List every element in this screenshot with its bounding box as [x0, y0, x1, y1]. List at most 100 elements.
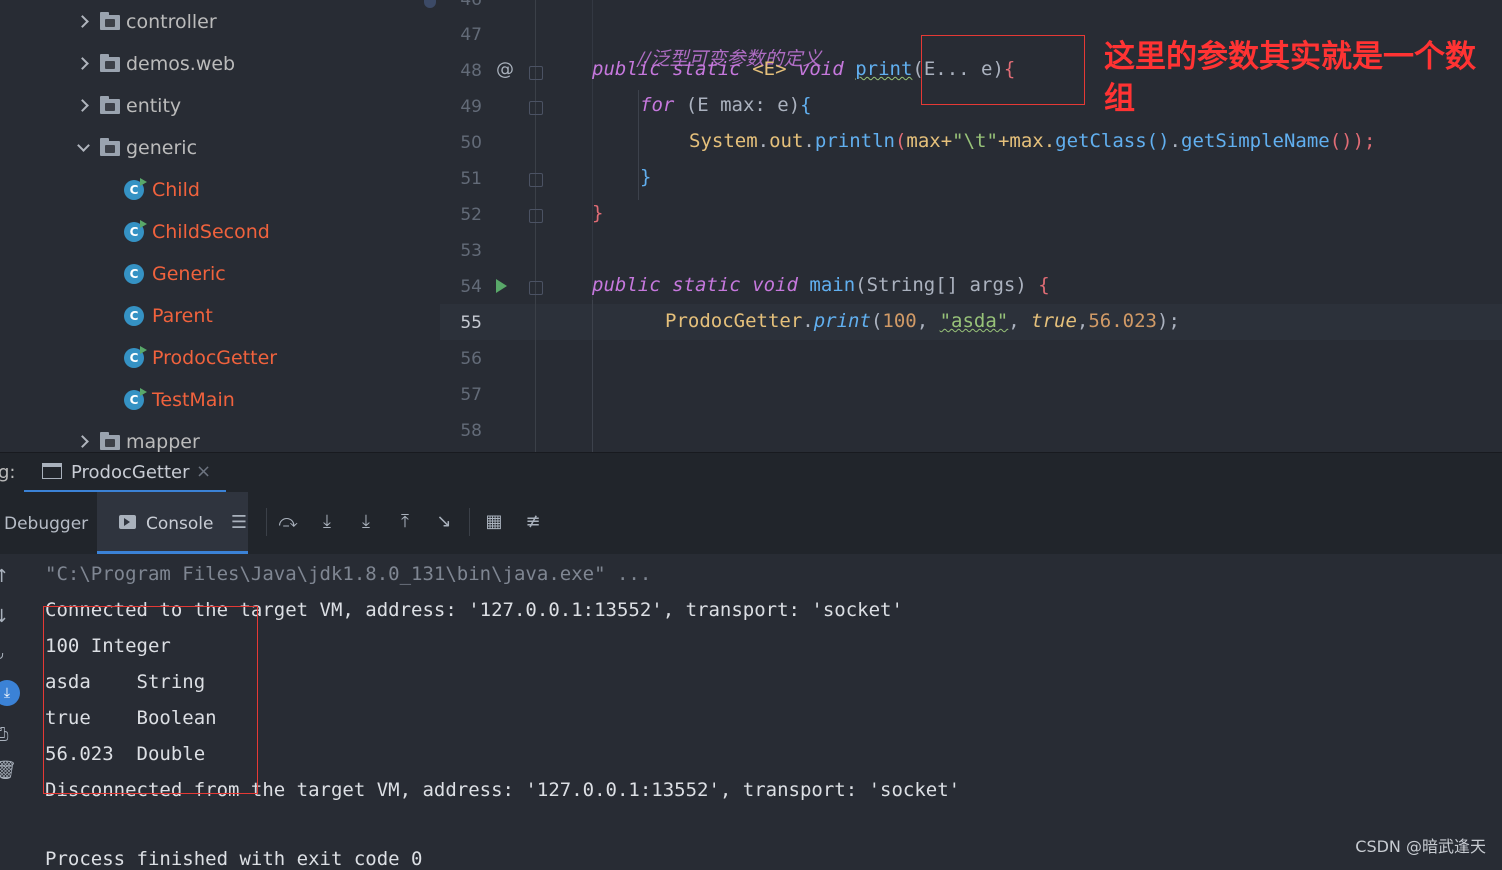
force-step-into-icon[interactable]: ⤓ [355, 511, 377, 533]
step-out-icon[interactable]: ⤒ [394, 511, 416, 533]
tree-folder-label: controller [126, 11, 217, 33]
annotation-line: 这里的参数其实就是一个数 [1104, 39, 1476, 75]
number-literal: 56.023 [1088, 310, 1157, 332]
watermark: CSDN @暗武逢天 [1355, 837, 1486, 856]
tree-class-label: TestMain [152, 389, 235, 411]
run-gutter-icon[interactable] [496, 279, 507, 293]
method-call: println [814, 130, 895, 152]
indent-guide [592, 300, 593, 452]
step-over-icon[interactable]: ⤼ [277, 511, 299, 533]
override-marker-icon[interactable]: @ [496, 59, 514, 80]
fold-icon[interactable] [529, 173, 543, 187]
line-number: 58 [460, 421, 482, 441]
console-line: Process finished with exit code 0 [45, 848, 423, 870]
toolbar-separator [469, 508, 470, 536]
method-name: print [855, 58, 913, 80]
tab-debugger-label: Debugger [4, 514, 89, 534]
tree-class-childsecond[interactable]: C ChildSecond [124, 211, 270, 253]
trace-current-stream-icon[interactable]: ≢ [522, 511, 544, 533]
tree-folder-entity[interactable]: entity [76, 85, 181, 127]
tree-class-label: ProdocGetter [152, 347, 278, 369]
annotation-text: 这里的参数其实就是一个数 组 [1104, 36, 1476, 120]
fold-icon[interactable] [529, 101, 543, 115]
debug-session-bar: g: ProdocGetter × [0, 452, 1502, 493]
line-number: 49 [460, 97, 482, 117]
line-number: 52 [460, 205, 482, 225]
method-call: print [813, 310, 871, 332]
line-number: 56 [460, 349, 482, 369]
class-run-icon: C [124, 220, 147, 242]
debug-session-tab[interactable]: ProdocGetter × [24, 453, 226, 493]
tree-class-testmain[interactable]: C TestMain [124, 379, 235, 421]
tab-console[interactable]: Console [97, 492, 248, 554]
method-name: main [809, 274, 856, 296]
run-to-cursor-icon[interactable]: ↘ [433, 511, 455, 533]
paren: ( [870, 310, 883, 332]
close-icon[interactable]: × [196, 461, 211, 482]
dot: . [757, 130, 770, 152]
code-line-49: for (E max: e){ [640, 94, 812, 116]
tab-console-label: Console [146, 514, 214, 534]
tree-folder-label: generic [126, 137, 198, 159]
keyword: for [640, 94, 675, 116]
fold-icon[interactable] [529, 281, 543, 295]
tree-folder-demos-web[interactable]: demos.web [76, 43, 235, 85]
keyword: static [672, 58, 741, 80]
folder-icon [100, 53, 120, 72]
line-number: 48 [460, 61, 482, 81]
chevron-down-icon[interactable] [76, 141, 90, 155]
scroll-to-end-icon[interactable]: ⤓ [0, 680, 20, 706]
code-line-54: public static void main(String[] args) { [592, 274, 1050, 296]
trash-icon[interactable]: 🗑 [0, 760, 17, 781]
fold-icon[interactable] [529, 66, 543, 80]
brace: { [800, 94, 812, 116]
class-run-icon: C [124, 388, 147, 410]
keyword: void [797, 58, 844, 80]
arrow-down-icon[interactable]: ↓ [0, 606, 14, 627]
tree-class-generic[interactable]: C Generic [124, 253, 226, 295]
chevron-right-icon[interactable] [76, 57, 90, 71]
tree-class-parent[interactable]: C Parent [124, 295, 213, 337]
tree-folder-mapper[interactable]: mapper [76, 421, 200, 452]
code-line-52: } [592, 202, 604, 224]
fold-icon[interactable] [529, 209, 543, 223]
chevron-right-icon[interactable] [76, 15, 90, 29]
console-icon-glyph [124, 518, 130, 526]
window-icon [42, 463, 62, 479]
print-icon[interactable]: ⎙ [0, 724, 14, 745]
tree-folder-controller[interactable]: controller [76, 1, 217, 43]
tree-folder-generic[interactable]: generic [76, 127, 197, 169]
console-output[interactable]: ↑ ↓ ⤶ ⤓ ⎙ 🗑 "C:\Program Files\Java\jdk1.… [0, 554, 1502, 870]
class-icon: C [124, 264, 144, 284]
evaluate-expression-icon[interactable]: ▦ [483, 511, 505, 533]
line-number: 50 [460, 133, 482, 153]
method-call: getClass [1055, 130, 1147, 152]
tree-class-prodocgetter[interactable]: C ProdocGetter [124, 337, 277, 379]
dot: . [1169, 130, 1181, 152]
indent-guide [638, 90, 639, 200]
soft-wrap-icon[interactable]: ⤶ [0, 646, 14, 667]
chevron-right-icon[interactable] [76, 99, 90, 113]
menu-icon[interactable]: ☰ [228, 512, 250, 534]
tree-class-child[interactable]: C Child [124, 169, 200, 211]
annotation-box-output [43, 606, 258, 794]
code-line-51: } [640, 166, 652, 188]
class-run-icon: C [124, 178, 147, 200]
paren: ()); [1329, 130, 1376, 152]
paren: ( [894, 130, 907, 152]
debug-toolbar: Debugger Console ☰ ⤼ ⤓ ⤓ ⤒ ↘ ▦ ≢ [0, 492, 1502, 554]
folder-icon [100, 137, 120, 156]
line-number: 46 [460, 0, 482, 10]
keyword: public [592, 274, 661, 296]
tree-class-label: Parent [152, 305, 213, 327]
folder-icon [100, 431, 120, 450]
folder-icon [100, 95, 120, 114]
comma: , [1008, 310, 1032, 332]
step-into-icon[interactable]: ⤓ [316, 511, 338, 533]
scrollbar-thumb[interactable] [424, 0, 436, 8]
field-ref: out [769, 130, 804, 152]
chevron-right-icon[interactable] [76, 435, 90, 449]
type-param: <E> [752, 58, 787, 80]
arrow-up-icon[interactable]: ↑ [0, 566, 14, 587]
tab-debugger[interactable]: Debugger [0, 492, 96, 554]
